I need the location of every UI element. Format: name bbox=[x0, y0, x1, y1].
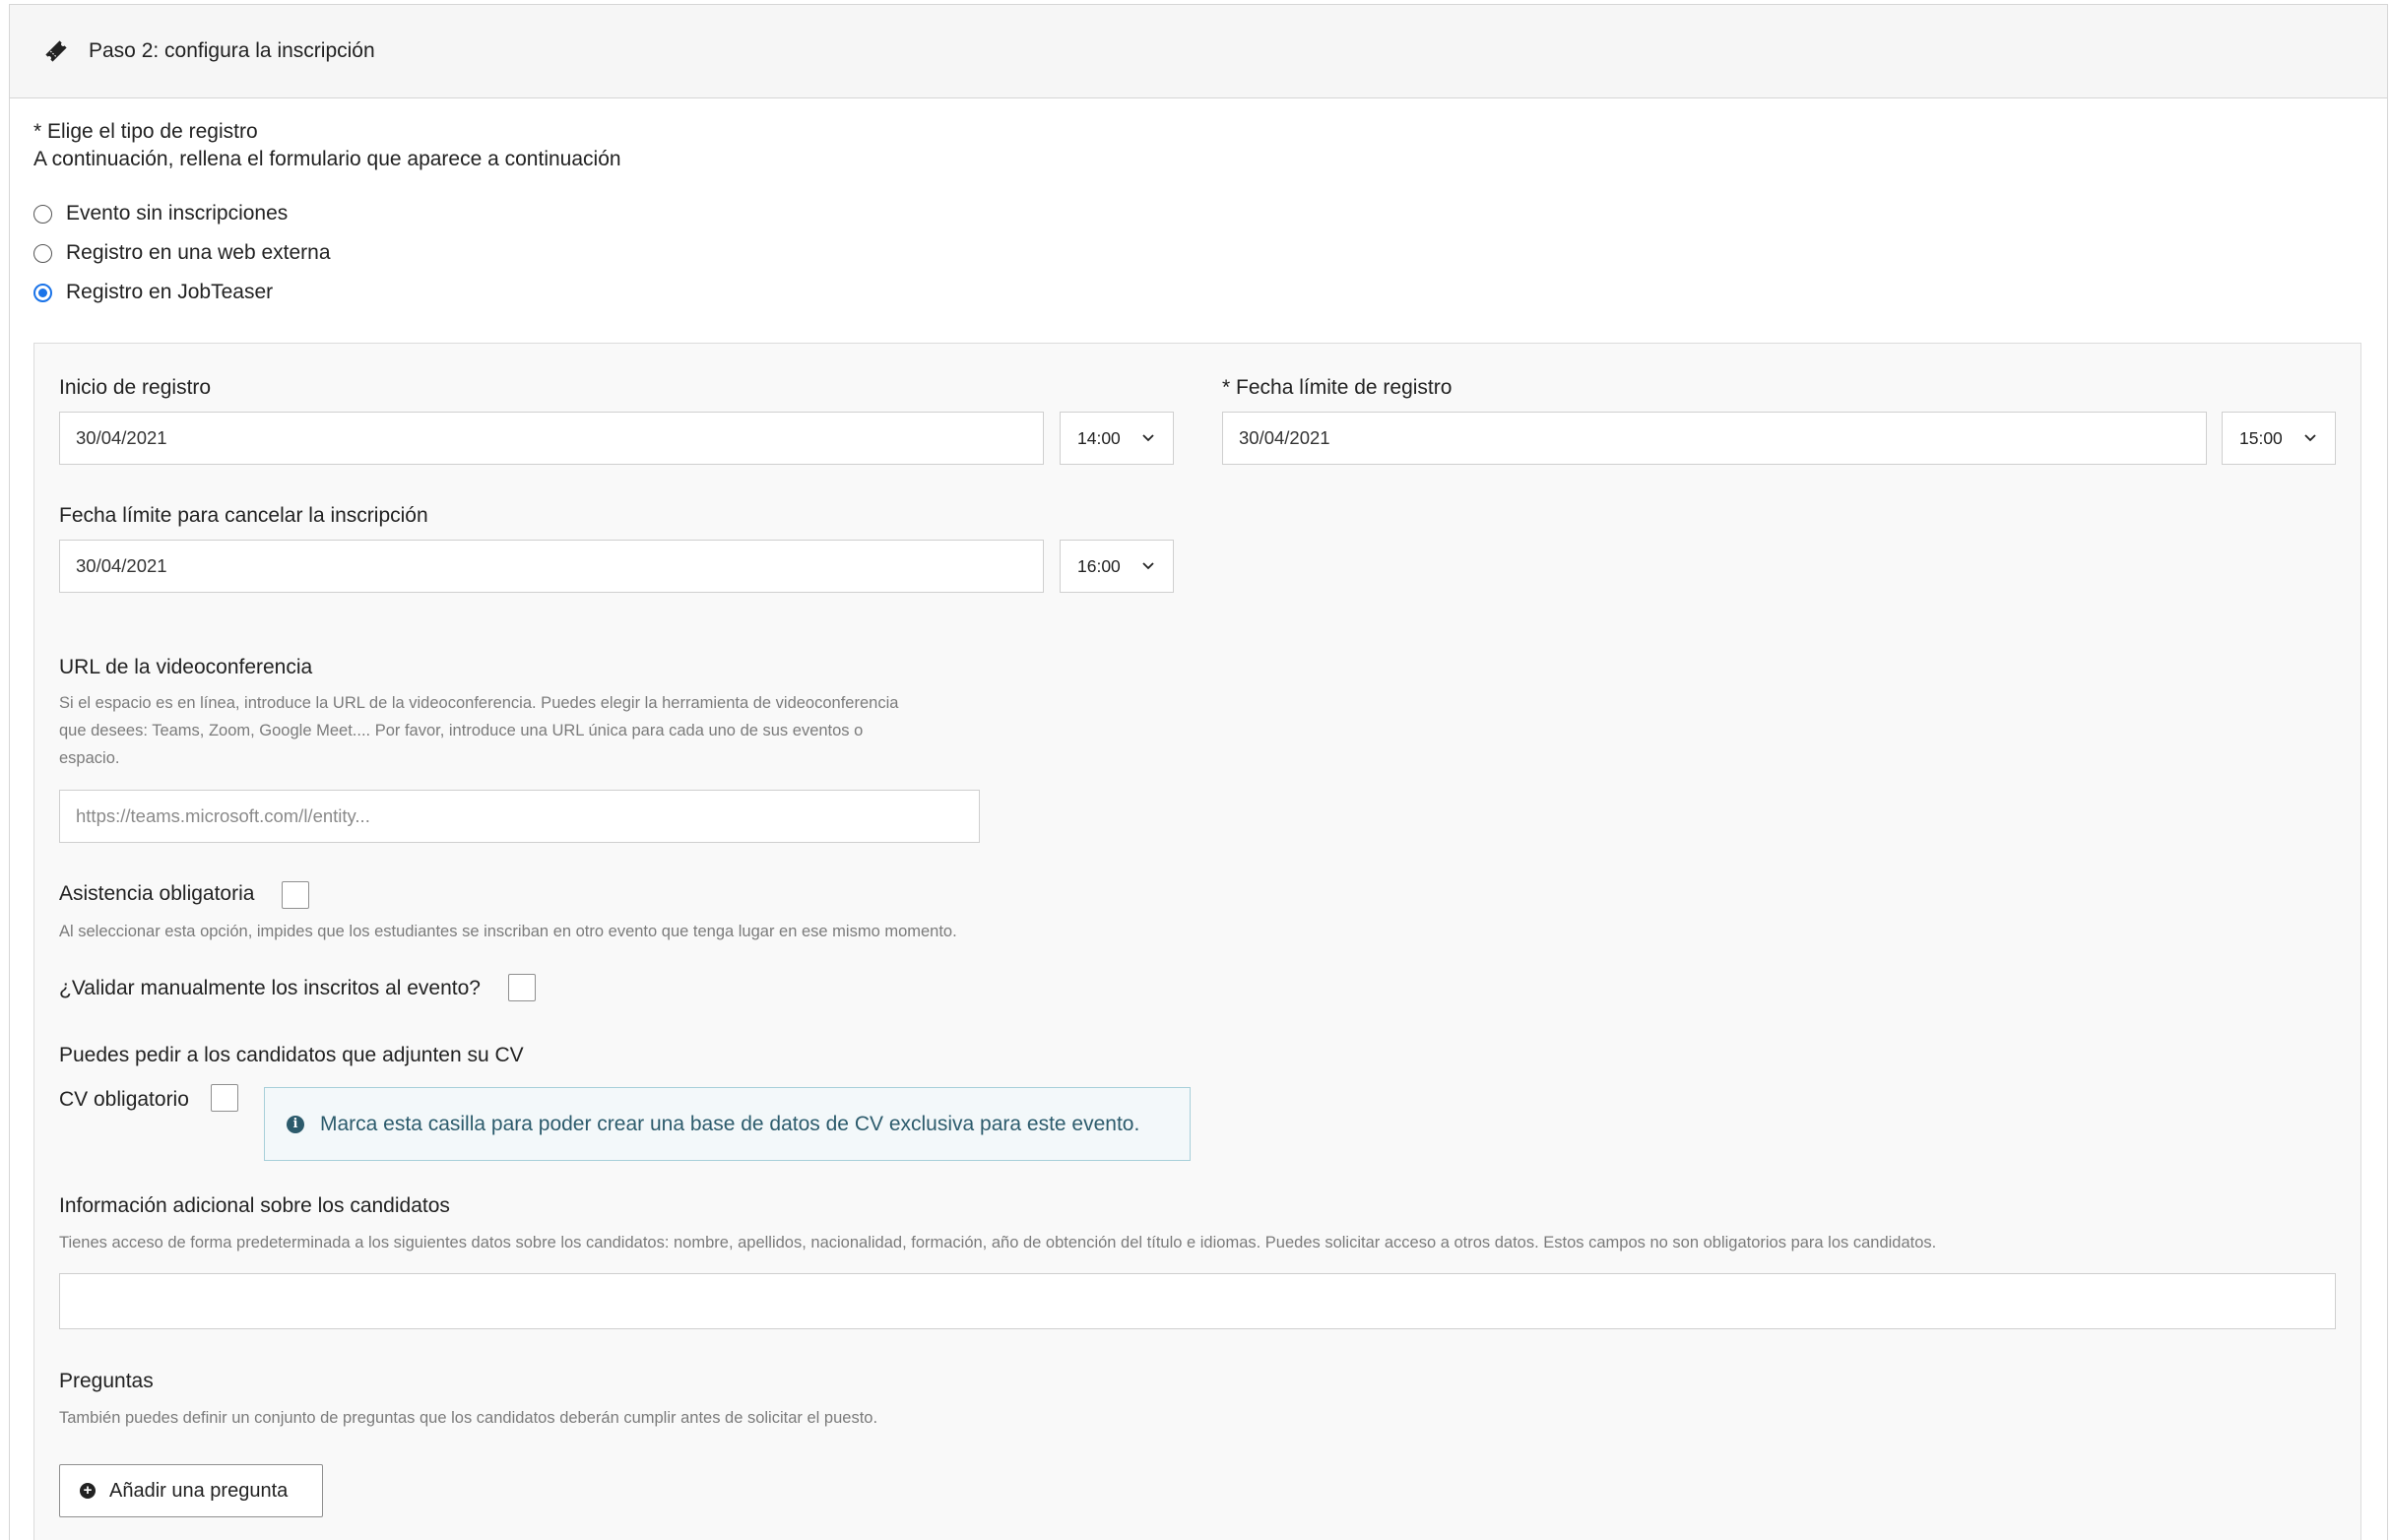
radio-option-external-web[interactable]: Registro en una web externa bbox=[33, 238, 331, 268]
ticket-icon bbox=[41, 36, 71, 66]
deadline-date-input[interactable]: 30/04/2021 bbox=[1222, 412, 2207, 465]
additional-info-input[interactable] bbox=[59, 1273, 2336, 1329]
chevron-down-icon bbox=[1142, 562, 1154, 570]
radio-label: Registro en JobTeaser bbox=[66, 281, 274, 303]
radio-button[interactable] bbox=[33, 243, 52, 263]
info-icon: i bbox=[287, 1115, 304, 1133]
cancel-time-value: 16:00 bbox=[1077, 555, 1121, 576]
hint-line: espacio. bbox=[59, 749, 120, 767]
video-url-hint: Si el espacio es en línea, introduce la … bbox=[59, 689, 898, 772]
hint-line: Si el espacio es en línea, introduce la … bbox=[59, 694, 899, 712]
video-url-label: URL de la videoconferencia bbox=[59, 656, 313, 678]
start-registration-label: Inicio de registro bbox=[59, 376, 212, 399]
add-question-button[interactable]: + Añadir una pregunta bbox=[59, 1464, 323, 1517]
radio-label: Registro en una web externa bbox=[66, 241, 331, 264]
mandatory-attendance-hint: Al seleccionar esta opción, impides que … bbox=[59, 923, 957, 940]
cv-required-checkbox[interactable] bbox=[211, 1084, 238, 1112]
video-url-input[interactable]: https://teams.microsoft.com/l/entity... bbox=[59, 790, 980, 843]
questions-hint: También puedes definir un conjunto de pr… bbox=[59, 1409, 878, 1427]
registration-type-label: * Elige el tipo de registro bbox=[33, 120, 258, 143]
cancel-time-select[interactable]: 16:00 bbox=[1060, 540, 1174, 593]
mandatory-attendance-checkbox[interactable] bbox=[282, 881, 309, 909]
cancel-deadline-label: Fecha límite para cancelar la inscripció… bbox=[59, 504, 428, 527]
questions-label: Preguntas bbox=[59, 1370, 154, 1392]
radio-option-jobteaser[interactable]: Registro en JobTeaser bbox=[33, 278, 273, 307]
additional-info-label: Información adicional sobre los candidat… bbox=[59, 1194, 450, 1217]
cv-info-text: Marca esta casilla para poder crear una … bbox=[320, 1112, 1140, 1135]
cv-intro-text: Puedes pedir a los candidatos que adjunt… bbox=[59, 1044, 524, 1066]
deadline-time-select[interactable]: 15:00 bbox=[2222, 412, 2336, 465]
cancel-date-input[interactable]: 30/04/2021 bbox=[59, 540, 1044, 593]
plus-circle-icon: + bbox=[80, 1483, 96, 1499]
deadline-label: * Fecha límite de registro bbox=[1222, 376, 1453, 399]
chevron-down-icon bbox=[2304, 434, 2316, 442]
cv-info-alert: i Marca esta casilla para poder crear un… bbox=[264, 1087, 1191, 1161]
card-header: Paso 2: configura la inscripción bbox=[10, 5, 2387, 98]
start-time-select[interactable]: 14:00 bbox=[1060, 412, 1174, 465]
page-title: Paso 2: configura la inscripción bbox=[89, 39, 375, 62]
start-time-value: 14:00 bbox=[1077, 427, 1121, 448]
manual-validation-label: ¿Validar manualmente los inscritos al ev… bbox=[59, 977, 481, 999]
radio-label: Evento sin inscripciones bbox=[66, 202, 289, 225]
start-date-input[interactable]: 30/04/2021 bbox=[59, 412, 1044, 465]
deadline-time-value: 15:00 bbox=[2239, 427, 2283, 448]
manual-validation-checkbox[interactable] bbox=[508, 974, 536, 1001]
cv-required-label: CV obligatorio bbox=[59, 1088, 189, 1111]
hint-line: que desees: Teams, Zoom, Google Meet....… bbox=[59, 722, 864, 739]
chevron-down-icon bbox=[1142, 434, 1154, 442]
registration-type-subtitle: A continuación, rellena el formulario qu… bbox=[33, 148, 621, 170]
mandatory-attendance-label: Asistencia obligatoria bbox=[59, 882, 255, 905]
radio-option-no-registration[interactable]: Evento sin inscripciones bbox=[33, 199, 288, 228]
radio-button[interactable] bbox=[33, 204, 52, 224]
add-question-label: Añadir una pregunta bbox=[109, 1479, 289, 1502]
additional-info-hint: Tienes acceso de forma predeterminada a … bbox=[59, 1234, 1937, 1251]
radio-button-selected[interactable] bbox=[33, 283, 52, 302]
